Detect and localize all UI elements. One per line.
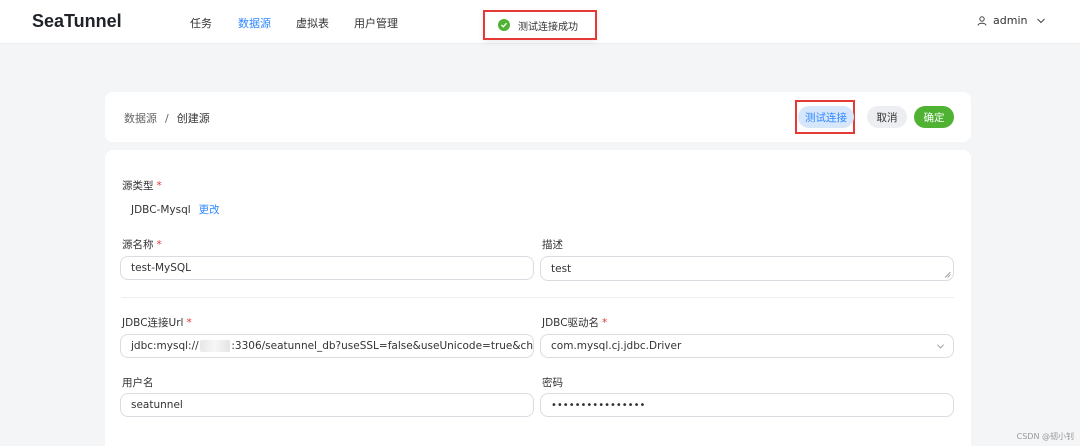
resize-handle-icon[interactable]: [944, 271, 951, 278]
password-input[interactable]: ••••••••••••••••: [540, 393, 954, 417]
check-circle-icon: [498, 19, 510, 31]
user-menu[interactable]: admin: [977, 14, 1046, 27]
user-icon: [977, 15, 987, 26]
section-divider: [121, 297, 954, 298]
test-connection-button[interactable]: 测试连接: [798, 106, 854, 128]
confirm-button[interactable]: 确定: [914, 106, 954, 128]
description-textarea[interactable]: test: [540, 256, 954, 281]
user-name: admin: [993, 14, 1028, 27]
success-toast: 测试连接成功: [483, 10, 597, 40]
chevron-down-icon: [1037, 18, 1046, 23]
chevron-down-icon: [937, 344, 944, 349]
redacted-host: [199, 340, 231, 352]
page-header-card: 数据源 / 创建源 测试连接 取消 确定: [105, 92, 971, 142]
username-label: 用户名: [122, 377, 154, 389]
breadcrumb-parent[interactable]: 数据源: [124, 112, 157, 125]
nav-item-datasource[interactable]: 数据源: [238, 15, 271, 31]
source-type-value: JDBC-Mysql 更改: [131, 204, 220, 216]
username-input[interactable]: seatunnel: [120, 393, 534, 417]
breadcrumb: 数据源 / 创建源: [124, 110, 210, 126]
breadcrumb-separator: /: [165, 112, 169, 125]
breadcrumb-current: 创建源: [176, 112, 210, 125]
jdbc-url-input[interactable]: jdbc:mysql://:3306/seatunnel_db?useSSL=f…: [120, 334, 534, 358]
jdbc-driver-label: JDBC驱动名 *: [542, 317, 608, 329]
app-logo[interactable]: SeaTunnel: [32, 11, 122, 32]
toast-message: 测试连接成功: [518, 21, 578, 33]
source-name-label: 源名称 *: [122, 239, 162, 251]
source-name-input[interactable]: test-MySQL: [120, 256, 534, 280]
watermark: CSDN @韧小钊: [1016, 432, 1074, 441]
jdbc-driver-select[interactable]: com.mysql.cj.jdbc.Driver: [540, 334, 954, 358]
cancel-button[interactable]: 取消: [867, 106, 907, 128]
nav-item-tasks[interactable]: 任务: [190, 15, 212, 31]
change-type-link[interactable]: 更改: [199, 204, 220, 216]
nav-item-virtual-table[interactable]: 虚拟表: [296, 15, 329, 31]
nav-item-user-management[interactable]: 用户管理: [354, 15, 398, 31]
source-type-label: 源类型 *: [122, 180, 162, 192]
jdbc-url-label: JDBC连接Url *: [122, 317, 192, 329]
password-label: 密码: [542, 377, 563, 389]
description-label: 描述: [542, 239, 563, 251]
datasource-form: 源类型 * JDBC-Mysql 更改 源名称 * test-MySQL 描述 tes…: [105, 150, 971, 446]
